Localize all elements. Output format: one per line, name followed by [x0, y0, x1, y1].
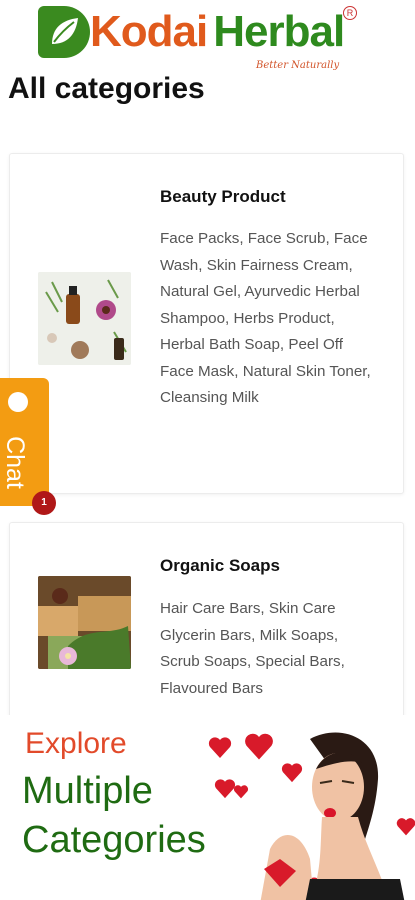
category-description: Face Packs, Face Scrub, Face Wash, Skin … — [160, 230, 371, 406]
promo-banner: Explore Multiple Categories — [0, 715, 415, 900]
promo-line2: Multiple — [22, 770, 153, 812]
chat-label-text: Chat — [0, 436, 29, 489]
promo-line1: Explore — [25, 727, 127, 760]
brand-tagline: Better Naturally — [256, 60, 340, 71]
leaf-logo-icon — [38, 6, 90, 58]
brand-name-part1: Kodai — [90, 7, 208, 56]
category-card-soaps[interactable]: Organic Soaps Hair Care Bars, Skin Care … — [9, 522, 404, 734]
category-description: Hair Care Bars, Skin Care Glycerin Bars,… — [160, 600, 345, 697]
category-title: Organic Soaps — [160, 556, 280, 575]
brand-name-part2: Herbal — [213, 7, 345, 56]
chat-bubble-icon — [8, 392, 28, 412]
category-title: Beauty Product — [160, 187, 286, 206]
app-header: Kodai Herbal R Better Naturally — [0, 0, 415, 75]
heart-icon — [208, 737, 232, 758]
promo-model-image — [260, 732, 405, 900]
chat-notification-badge: 1 — [32, 491, 56, 515]
heart-icon — [233, 785, 249, 799]
promo-line3: Categories — [22, 819, 206, 861]
category-card-beauty[interactable]: Beauty Product Face Packs, Face Scrub, F… — [9, 153, 404, 494]
chat-label: Chat — [0, 426, 42, 496]
registered-mark: R — [343, 6, 357, 20]
beauty-product-image — [38, 272, 131, 365]
brand-logo-text: Kodai Herbal — [90, 6, 345, 58]
chat-button[interactable]: Chat — [0, 378, 49, 506]
page-title: All categories — [8, 72, 205, 105]
organic-soaps-image — [38, 576, 131, 669]
